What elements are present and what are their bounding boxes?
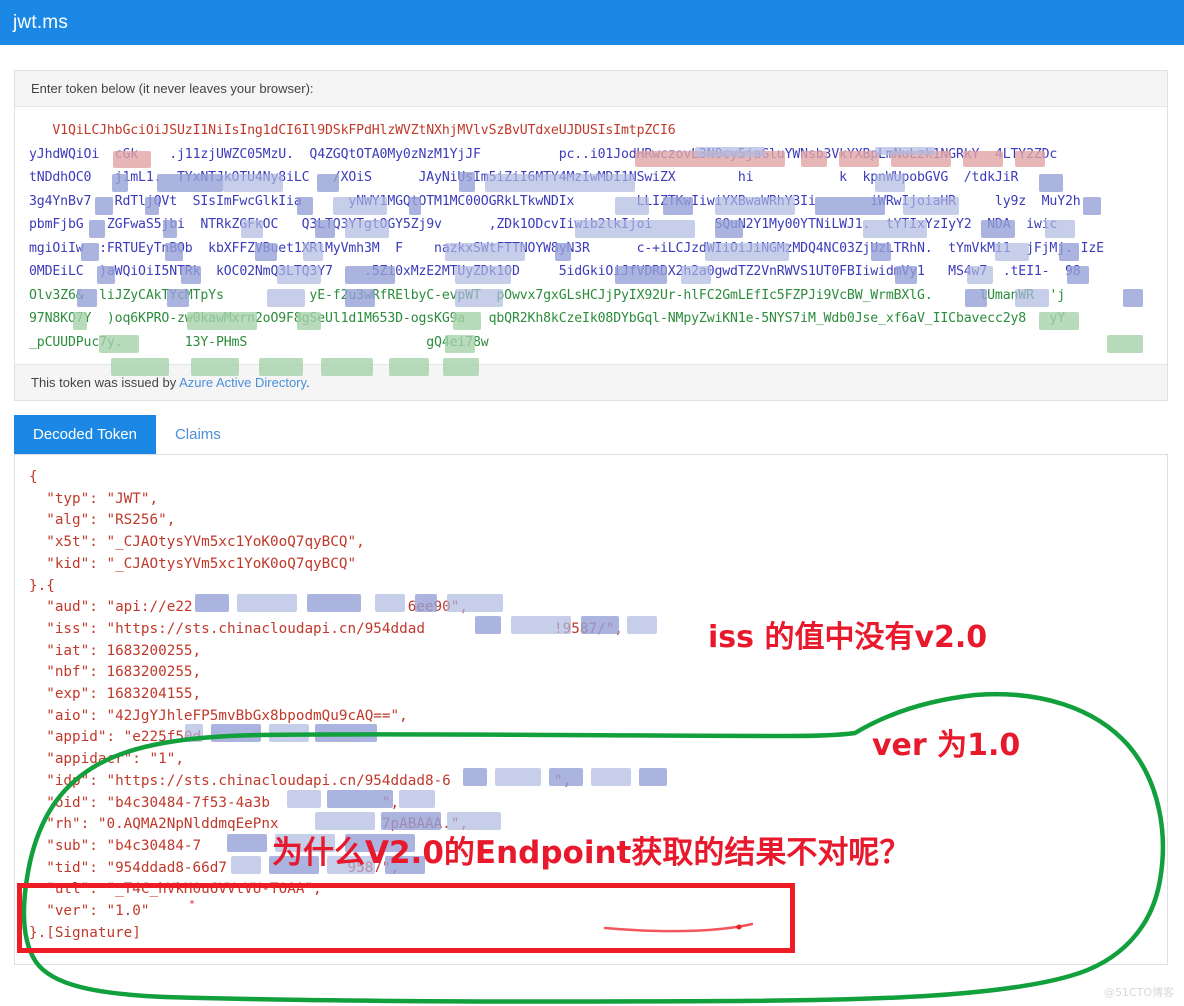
azure-ad-link[interactable]: Azure Active Directory — [179, 375, 306, 390]
token-line-7: 0MDEiLC )aWQiOiI5NTRk kOC02NmQ3LTQ3Y7 .5… — [29, 264, 1081, 279]
token-line-4: 3g4YnBv7 RdTljQVt SIsImFwcGlkIia yNWY1MG… — [29, 193, 1081, 209]
decoded-token-json: { "typ": "JWT", "alg": "RS256", "x5t": "… — [29, 469, 623, 941]
token-issuer-prefix: This token was issued by — [31, 375, 180, 390]
token-line-2: yJhdWQiOi cGk .j11zjUWZC05MzU. Q4ZGQtOTA… — [29, 146, 1058, 162]
tab-claims[interactable]: Claims — [156, 415, 240, 454]
red-highlight-box — [17, 883, 795, 953]
watermark: @51CTO博客 — [1103, 986, 1174, 999]
token-text-area[interactable]: V1QiLCJhbGciOiJSUzI1NiIsIng1dCI6Il9DSkFP… — [15, 107, 1167, 376]
tab-decoded-token[interactable]: Decoded Token — [14, 415, 156, 454]
token-line-3: tNDdhOC0 j1mL1. TYxNTJkOTU4Ny8iLC /XOiS … — [29, 170, 1019, 185]
token-issuer-suffix: . — [306, 375, 310, 390]
app-title: jwt.ms — [13, 11, 69, 33]
token-line-8: Olv3Z6& liJZyCAkTYcMTpYs yE-f2u3wRfRElby… — [29, 287, 1066, 303]
token-line-1: V1QiLCJhbGciOiJSUzI1NiIsIng1dCI6Il9DSkFP… — [29, 119, 1153, 143]
app-header: jwt.ms — [0, 0, 1184, 45]
token-issuer-note: This token was issued by Azure Active Di… — [15, 364, 1167, 400]
token-line-9: 97N8KO7Y )oq6KPRO-zw0kawMxrn2oO9F8gSeUl1… — [29, 311, 1066, 326]
token-input-panel: Enter token below (it never leaves your … — [14, 70, 1168, 401]
token-panel-header: Enter token below (it never leaves your … — [15, 71, 1167, 107]
annotation-question-note: 为什么V2.0的Endpoint获取的结果不对呢？ — [272, 835, 911, 871]
token-line-1-text: V1QiLCJhbGciOiJSUzI1NiIsIng1dCI6Il9DSkFP… — [29, 123, 676, 138]
token-panel-header-label: Enter token below (it never leaves your … — [31, 81, 314, 96]
token-line-5: pbmFjbG ZGFwaS5jbi NTRkZGFkOC Q3LTQ3YTgt… — [29, 217, 1058, 232]
token-line-6: mgiOiIw :FRTUEyTnBOb kbXFFZVBuet1XRlMyVm… — [29, 240, 1104, 256]
token-view-tabs: Decoded Token Claims — [14, 415, 1168, 455]
token-line-10: _pCUUDPuc7y. 13Y-PHmS gQ4ei78w — [29, 334, 489, 350]
annotation-ver-note: ver 为1.0 — [872, 728, 1021, 763]
annotation-iss-note: iss 的值中没有v2.0 — [708, 620, 988, 655]
